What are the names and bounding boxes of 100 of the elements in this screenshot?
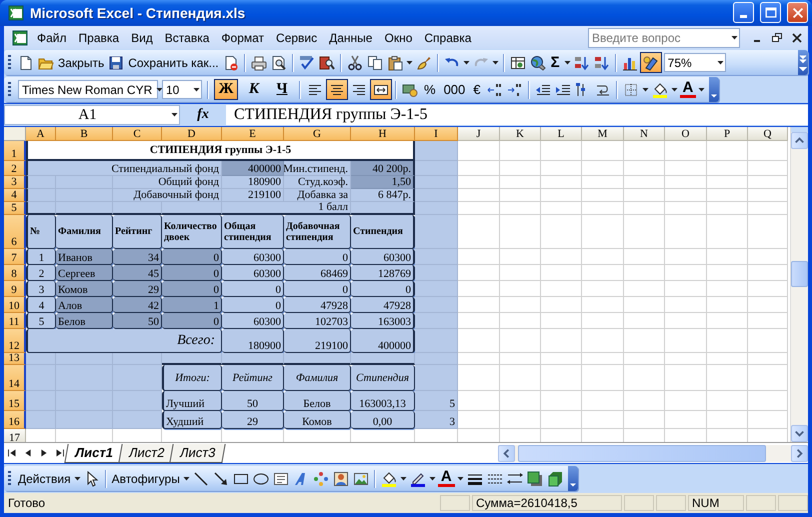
column-header[interactable]: B <box>56 127 113 142</box>
row-header[interactable]: 6 <box>4 215 26 250</box>
font-color-button[interactable]: A <box>438 470 455 488</box>
excel-document-icon[interactable] <box>12 30 28 46</box>
euro-button[interactable]: € <box>469 82 484 98</box>
oval-icon[interactable] <box>252 470 269 487</box>
line-icon[interactable] <box>192 470 209 487</box>
formula-field[interactable]: СТИПЕНДИЯ группы Э-1-5 <box>226 105 808 126</box>
column-header[interactable]: I <box>415 127 458 142</box>
picture-icon[interactable] <box>352 470 369 487</box>
brush-icon[interactable] <box>416 54 432 71</box>
menu-item[interactable]: Окно <box>379 30 418 45</box>
zoom-field[interactable]: 75% <box>664 53 726 72</box>
book-search-icon[interactable] <box>318 54 335 71</box>
column-header[interactable]: J <box>458 127 500 142</box>
name-box[interactable]: A1 <box>4 105 180 126</box>
column-header[interactable]: E <box>222 127 284 142</box>
clipart-icon[interactable] <box>332 470 349 487</box>
row-header[interactable]: 7 <box>4 249 26 266</box>
menu-item[interactable]: Данные <box>324 30 378 45</box>
row-header[interactable]: 13 <box>4 353 26 366</box>
percent-button[interactable]: % <box>420 82 440 98</box>
row-header[interactable]: 4 <box>4 189 26 202</box>
row-header[interactable]: 3 <box>4 176 26 190</box>
vertical-scrollbar[interactable] <box>790 127 808 442</box>
font-style-button[interactable]: Ж <box>214 79 238 100</box>
menu-item[interactable]: Формат <box>216 30 270 45</box>
document-stop-icon[interactable] <box>222 54 239 71</box>
row-header[interactable]: 14 <box>4 365 26 392</box>
spelling-icon[interactable] <box>298 54 315 71</box>
menu-item[interactable]: Вставка <box>160 30 214 45</box>
borders-icon[interactable] <box>622 82 638 98</box>
autoshapes-button[interactable]: Автофигуры <box>110 472 182 486</box>
close-icon[interactable] <box>791 32 803 44</box>
maximize-button[interactable] <box>760 2 781 24</box>
shadow-icon[interactable] <box>526 470 543 487</box>
autosum-button[interactable]: Σ <box>548 54 563 72</box>
merge-center-button[interactable] <box>370 79 392 100</box>
font-size-field[interactable]: 10 <box>162 80 202 100</box>
fill-color-icon[interactable] <box>380 470 397 487</box>
paste-icon[interactable] <box>386 54 403 71</box>
fill-color-icon[interactable] <box>652 82 668 98</box>
table-icon[interactable] <box>510 54 526 71</box>
row-header[interactable]: 12 <box>4 329 26 354</box>
row-header[interactable]: 10 <box>4 297 26 314</box>
column-header[interactable]: C <box>113 127 162 142</box>
row-header[interactable]: 8 <box>4 265 26 282</box>
column-header[interactable]: M <box>582 127 624 142</box>
column-header[interactable]: P <box>707 127 748 142</box>
save-as-button[interactable]: Сохранить как... <box>126 56 221 70</box>
menu-item[interactable]: Сервис <box>271 30 322 45</box>
globe-icon[interactable] <box>530 54 546 71</box>
font-color-button[interactable]: A <box>680 81 696 98</box>
toolbar-options-icon[interactable] <box>568 466 578 492</box>
horizontal-scrollbar[interactable] <box>498 444 808 462</box>
increase-decimal-icon[interactable] <box>486 82 502 98</box>
arrow-icon[interactable] <box>212 470 229 487</box>
save-icon[interactable] <box>108 54 124 71</box>
column-header[interactable]: L <box>541 127 582 142</box>
close-file-button[interactable]: Закрыть <box>56 56 106 70</box>
help-field[interactable]: Введите вопрос <box>588 28 740 48</box>
close-button[interactable] <box>787 2 808 24</box>
sheet-tab[interactable]: Лист2 <box>118 444 176 463</box>
toolbar-options-icon[interactable] <box>798 50 808 76</box>
menu-item[interactable]: Справка <box>419 30 476 45</box>
column-header[interactable]: K <box>500 127 541 142</box>
menu-item[interactable]: Правка <box>74 30 124 45</box>
row-header[interactable]: 9 <box>4 281 26 298</box>
currency-icon[interactable] <box>402 82 418 98</box>
thousands-button[interactable]: 000 <box>440 82 470 98</box>
row-header[interactable]: 15 <box>4 391 26 412</box>
print-icon[interactable] <box>250 54 267 71</box>
column-header[interactable]: A <box>26 127 56 142</box>
menu-item[interactable]: Файл <box>32 30 72 45</box>
align-center-button[interactable] <box>326 79 348 100</box>
insert-function-button[interactable]: fx <box>180 107 226 124</box>
print-preview-icon[interactable] <box>270 54 287 71</box>
line-color-icon[interactable] <box>410 470 426 487</box>
restore-icon[interactable] <box>771 32 783 44</box>
sort-ascending-icon[interactable] <box>574 54 590 71</box>
column-header[interactable]: Q <box>748 127 788 142</box>
actions-button[interactable]: Действия <box>16 472 73 486</box>
sort-descending-icon[interactable] <box>594 54 610 71</box>
scissors-icon[interactable] <box>346 54 363 71</box>
new-document-icon[interactable] <box>18 54 34 71</box>
diagram-icon[interactable] <box>312 470 329 487</box>
column-header[interactable]: O <box>665 127 707 142</box>
row-header[interactable]: 16 <box>4 411 26 430</box>
row-header[interactable]: 1 <box>4 141 26 162</box>
column-header[interactable]: G <box>284 127 351 142</box>
scroll-thumb[interactable] <box>518 444 766 462</box>
drawing-button[interactable] <box>640 52 662 74</box>
scroll-thumb[interactable] <box>791 261 808 288</box>
decrease-decimal-icon[interactable] <box>506 82 522 98</box>
column-header[interactable]: D <box>162 127 222 142</box>
column-header[interactable]: H <box>351 127 415 142</box>
column-header[interactable]: N <box>624 127 665 142</box>
3d-cube-icon[interactable] <box>546 470 563 487</box>
sheet-tab[interactable]: Лист3 <box>170 444 227 463</box>
copy-icon[interactable] <box>366 54 383 71</box>
